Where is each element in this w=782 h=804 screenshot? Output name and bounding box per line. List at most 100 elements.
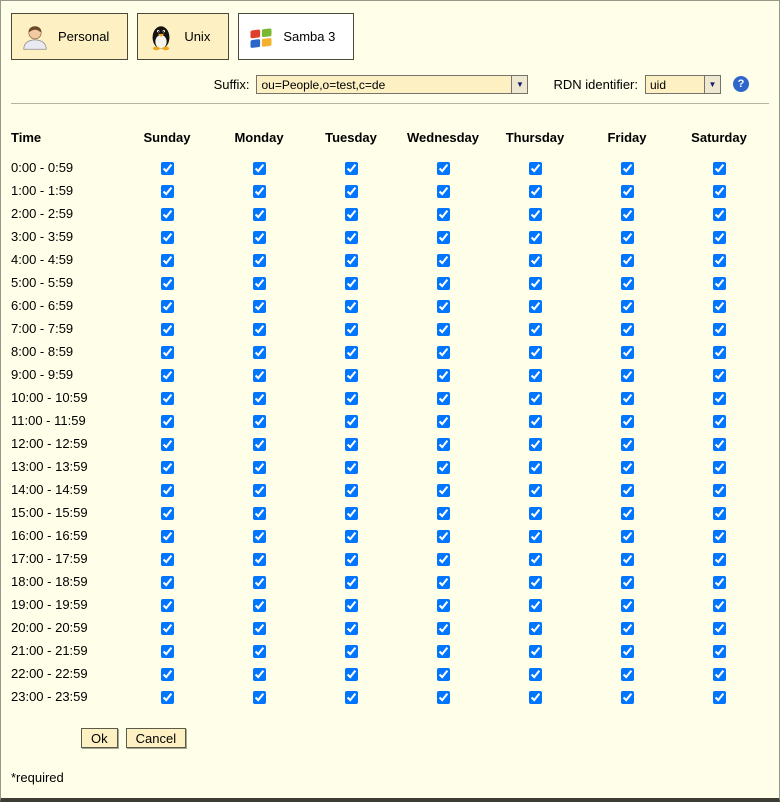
hour-checkbox[interactable] [529,645,542,658]
hour-checkbox[interactable] [345,323,358,336]
hour-checkbox[interactable] [713,461,726,474]
hour-checkbox[interactable] [529,254,542,267]
hour-checkbox[interactable] [621,208,634,221]
hour-checkbox[interactable] [345,530,358,543]
hour-checkbox[interactable] [161,645,174,658]
hour-checkbox[interactable] [345,553,358,566]
hour-checkbox[interactable] [345,599,358,612]
hour-checkbox[interactable] [437,162,450,175]
hour-checkbox[interactable] [529,392,542,405]
hour-checkbox[interactable] [529,300,542,313]
hour-checkbox[interactable] [161,346,174,359]
hour-checkbox[interactable] [713,392,726,405]
hour-checkbox[interactable] [253,461,266,474]
hour-checkbox[interactable] [437,231,450,244]
cancel-button[interactable]: Cancel [126,728,186,748]
hour-checkbox[interactable] [621,346,634,359]
tab-personal[interactable]: Personal [11,13,128,60]
hour-checkbox[interactable] [529,162,542,175]
hour-checkbox[interactable] [161,208,174,221]
hour-checkbox[interactable] [161,530,174,543]
hour-checkbox[interactable] [621,300,634,313]
hour-checkbox[interactable] [621,231,634,244]
hour-checkbox[interactable] [437,438,450,451]
hour-checkbox[interactable] [621,323,634,336]
hour-checkbox[interactable] [253,599,266,612]
hour-checkbox[interactable] [529,599,542,612]
hour-checkbox[interactable] [529,438,542,451]
hour-checkbox[interactable] [161,507,174,520]
hour-checkbox[interactable] [437,645,450,658]
hour-checkbox[interactable] [621,254,634,267]
hour-checkbox[interactable] [437,461,450,474]
hour-checkbox[interactable] [621,668,634,681]
hour-checkbox[interactable] [621,369,634,382]
tab-samba3[interactable]: Samba 3 [238,13,354,60]
hour-checkbox[interactable] [713,507,726,520]
hour-checkbox[interactable] [529,323,542,336]
hour-checkbox[interactable] [253,254,266,267]
hour-checkbox[interactable] [253,645,266,658]
hour-checkbox[interactable] [253,392,266,405]
hour-checkbox[interactable] [345,668,358,681]
hour-checkbox[interactable] [529,208,542,221]
hour-checkbox[interactable] [437,415,450,428]
hour-checkbox[interactable] [713,668,726,681]
hour-checkbox[interactable] [345,392,358,405]
hour-checkbox[interactable] [437,369,450,382]
hour-checkbox[interactable] [713,323,726,336]
hour-checkbox[interactable] [345,185,358,198]
hour-checkbox[interactable] [345,369,358,382]
hour-checkbox[interactable] [253,576,266,589]
hour-checkbox[interactable] [253,346,266,359]
hour-checkbox[interactable] [345,162,358,175]
hour-checkbox[interactable] [161,162,174,175]
hour-checkbox[interactable] [621,622,634,635]
hour-checkbox[interactable] [621,645,634,658]
hour-checkbox[interactable] [621,691,634,704]
hour-checkbox[interactable] [437,507,450,520]
hour-checkbox[interactable] [253,162,266,175]
hour-checkbox[interactable] [161,553,174,566]
hour-checkbox[interactable] [345,484,358,497]
hour-checkbox[interactable] [345,461,358,474]
hour-checkbox[interactable] [345,645,358,658]
hour-checkbox[interactable] [437,254,450,267]
hour-checkbox[interactable] [529,231,542,244]
hour-checkbox[interactable] [713,231,726,244]
hour-checkbox[interactable] [437,323,450,336]
hour-checkbox[interactable] [621,507,634,520]
hour-checkbox[interactable] [253,530,266,543]
hour-checkbox[interactable] [161,438,174,451]
hour-checkbox[interactable] [713,553,726,566]
ok-button[interactable]: Ok [81,728,118,748]
hour-checkbox[interactable] [713,346,726,359]
hour-checkbox[interactable] [253,231,266,244]
hour-checkbox[interactable] [529,691,542,704]
hour-checkbox[interactable] [253,438,266,451]
hour-checkbox[interactable] [437,553,450,566]
hour-checkbox[interactable] [437,392,450,405]
hour-checkbox[interactable] [713,438,726,451]
hour-checkbox[interactable] [713,530,726,543]
hour-checkbox[interactable] [437,208,450,221]
hour-checkbox[interactable] [621,185,634,198]
hour-checkbox[interactable] [161,300,174,313]
hour-checkbox[interactable] [345,576,358,589]
hour-checkbox[interactable] [161,599,174,612]
hour-checkbox[interactable] [253,553,266,566]
hour-checkbox[interactable] [621,553,634,566]
hour-checkbox[interactable] [161,461,174,474]
hour-checkbox[interactable] [161,231,174,244]
hour-checkbox[interactable] [253,185,266,198]
hour-checkbox[interactable] [529,530,542,543]
hour-checkbox[interactable] [529,622,542,635]
hour-checkbox[interactable] [161,622,174,635]
hour-checkbox[interactable] [621,438,634,451]
hour-checkbox[interactable] [161,576,174,589]
hour-checkbox[interactable] [713,622,726,635]
hour-checkbox[interactable] [529,576,542,589]
hour-checkbox[interactable] [253,622,266,635]
hour-checkbox[interactable] [529,185,542,198]
hour-checkbox[interactable] [529,484,542,497]
